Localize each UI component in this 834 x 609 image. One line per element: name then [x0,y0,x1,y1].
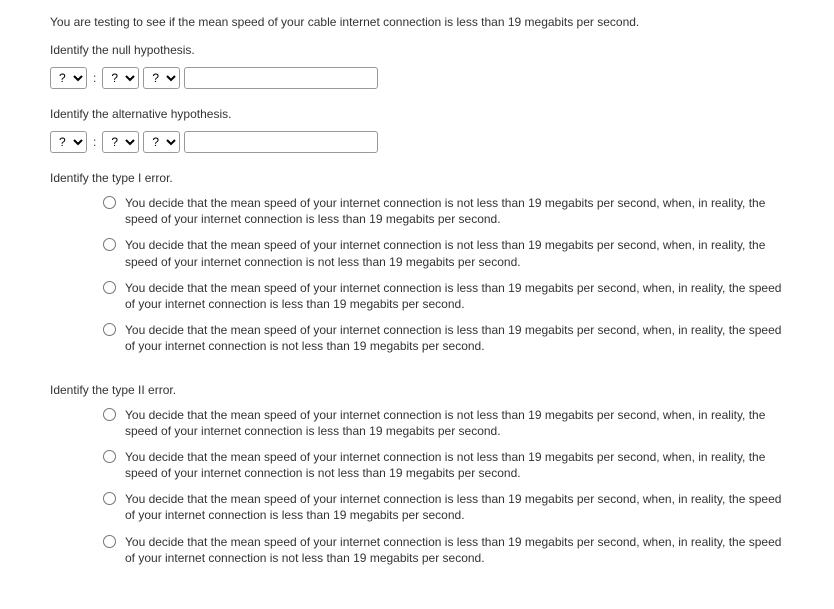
alt-value-input[interactable] [184,131,378,153]
type1-radio-d[interactable] [103,323,116,336]
type1-option-b[interactable]: You decide that the mean speed of your i… [98,237,784,269]
type2-option-a[interactable]: You decide that the mean speed of your i… [98,407,784,439]
null-symbol-select[interactable]: ? [102,67,139,89]
option-text: You decide that the mean speed of your i… [125,449,784,481]
type2-radio-c[interactable] [103,492,116,505]
option-text: You decide that the mean speed of your i… [125,280,784,312]
colon-separator: : [93,71,96,85]
type1-radio-a[interactable] [103,196,116,209]
type2-radio-b[interactable] [103,450,116,463]
null-param-select[interactable]: ? [50,67,87,89]
type1-options: You decide that the mean speed of your i… [98,195,784,355]
option-text: You decide that the mean speed of your i… [125,534,784,566]
type1-radio-c[interactable] [103,281,116,294]
type1-radio-b[interactable] [103,238,116,251]
null-hypothesis-row: ? : ? ? [50,67,784,89]
type2-option-d[interactable]: You decide that the mean speed of your i… [98,534,784,566]
type2-option-c[interactable]: You decide that the mean speed of your i… [98,491,784,523]
option-text: You decide that the mean speed of your i… [125,322,784,354]
alt-param-select[interactable]: ? [50,131,87,153]
type1-option-d[interactable]: You decide that the mean speed of your i… [98,322,784,354]
null-value-input[interactable] [184,67,378,89]
alt-hypothesis-label: Identify the alternative hypothesis. [50,107,784,121]
type1-option-c[interactable]: You decide that the mean speed of your i… [98,280,784,312]
type2-radio-a[interactable] [103,408,116,421]
option-text: You decide that the mean speed of your i… [125,237,784,269]
option-text: You decide that the mean speed of your i… [125,491,784,523]
type2-label: Identify the type II error. [50,383,784,397]
alt-relation-select[interactable]: ? [143,131,180,153]
alt-symbol-select[interactable]: ? [102,131,139,153]
null-hypothesis-label: Identify the null hypothesis. [50,43,784,57]
type1-option-a[interactable]: You decide that the mean speed of your i… [98,195,784,227]
type1-label: Identify the type I error. [50,171,784,185]
option-text: You decide that the mean speed of your i… [125,407,784,439]
alt-hypothesis-row: ? : ? ? [50,131,784,153]
null-relation-select[interactable]: ? [143,67,180,89]
type2-option-b[interactable]: You decide that the mean speed of your i… [98,449,784,481]
question-intro: You are testing to see if the mean speed… [50,15,784,29]
option-text: You decide that the mean speed of your i… [125,195,784,227]
colon-separator: : [93,135,96,149]
type2-options: You decide that the mean speed of your i… [98,407,784,567]
type2-radio-d[interactable] [103,535,116,548]
